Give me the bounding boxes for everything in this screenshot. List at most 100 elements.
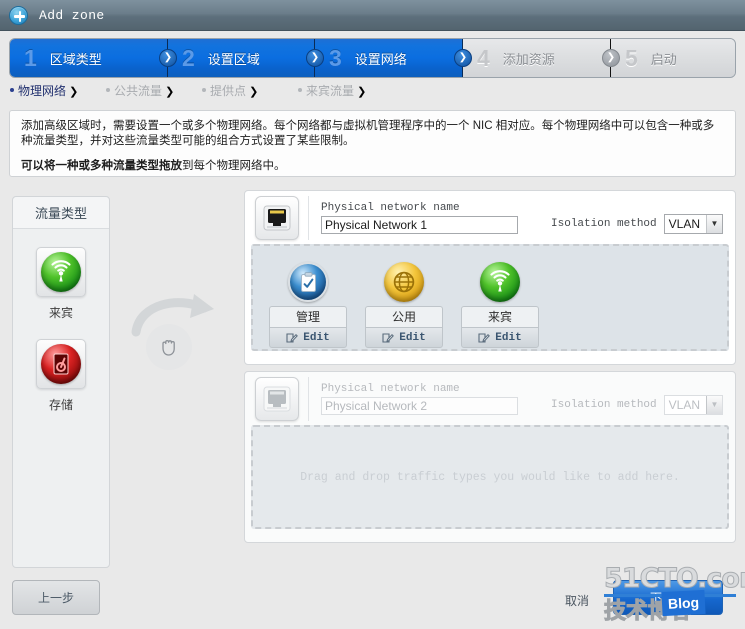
traffic-type-storage-label: 存储 <box>48 398 73 412</box>
network-name-label: Physical network name <box>321 201 460 214</box>
chevron-right-icon: ❯ <box>454 49 472 67</box>
hard-drive-icon <box>41 344 81 384</box>
clipboard-check-icon <box>288 262 328 302</box>
public-label: 公用 <box>365 306 443 327</box>
network-name-input[interactable] <box>321 396 518 415</box>
wizard-step-4-number: 4 <box>477 44 490 71</box>
traffic-type-guest-tile[interactable] <box>36 247 86 297</box>
chevron-right-icon: ❯ <box>159 49 177 67</box>
wizard-step-4-label: 添加资源 <box>502 51 555 67</box>
physical-network-2-fields: Physical network name Isolation method V… <box>321 383 725 415</box>
divider <box>308 376 309 421</box>
management-edit-button[interactable]: Edit <box>269 327 347 348</box>
chevron-right-icon: ❯ <box>602 49 620 67</box>
isolation-method-label: Isolation method <box>551 398 657 411</box>
isolation-method-label: Isolation method <box>551 217 657 230</box>
management-edit-label: Edit <box>303 331 330 344</box>
physical-network-2-dropzone[interactable]: Drag and drop traffic types you would li… <box>251 425 729 529</box>
physical-network-2-header: Physical network name Isolation method V… <box>245 372 735 425</box>
network-name-field: Physical network name <box>321 383 518 415</box>
public-edit-label: Edit <box>399 331 426 344</box>
substep-label: 来宾流量 <box>306 84 355 98</box>
wizard-step-5[interactable]: 5 启动 <box>611 39 735 77</box>
substep-label: 物理网络 <box>18 84 67 98</box>
wizard-step-bar: 1 区域类型 ❯ 2 设置区域 ❯ 3 设置网络 ❯ 4 添加资源 ❯ 5 启动 <box>9 38 736 78</box>
isolation-method-value: VLAN <box>668 397 700 412</box>
wizard-step-5-label: 启动 <box>650 51 677 67</box>
wizard-substep-bar: 物理网络 ❯ 公共流量 ❯ 提供点 ❯ 来宾流量 ❯ <box>10 82 735 110</box>
physical-network-1-dropzone[interactable]: 管理 Edit 公用 Edit 来宾 Edit <box>251 244 729 351</box>
network-traffic-public[interactable]: 公用 Edit <box>365 258 443 348</box>
substep-label: 提供点 <box>210 84 247 98</box>
wizard-step-3-label: 设置网络 <box>354 51 407 67</box>
next-button[interactable]: 下一步 <box>613 580 723 615</box>
divider <box>308 195 309 240</box>
chevron-down-icon[interactable]: ▼ <box>706 214 722 233</box>
substep-physical-network[interactable]: 物理网络 ❯ <box>10 82 106 110</box>
physical-network-1-fields: Physical network name Isolation method V… <box>321 202 725 234</box>
chevron-down-icon[interactable]: ▼ <box>706 395 722 414</box>
window-title: Add zone <box>39 7 105 23</box>
chevron-right-icon: ❯ <box>354 86 367 98</box>
isolation-method-value: VLAN <box>668 216 700 231</box>
public-icon-wrap <box>365 258 443 306</box>
description-box: 添加高级区域时，需要设置一个或多个物理网络。每个网络都与虚拟机管理程序中的一个 … <box>9 110 736 177</box>
wifi-broadcast-icon <box>41 252 81 292</box>
traffic-type-guest-label: 来宾 <box>48 306 73 320</box>
network-traffic-guest[interactable]: 来宾 Edit <box>461 258 539 348</box>
bullet-icon <box>10 87 14 92</box>
network-name-input[interactable] <box>321 215 518 234</box>
globe-icon <box>384 262 424 302</box>
isolation-method-group: Isolation method VLAN ▼ <box>551 394 725 415</box>
isolation-method-select[interactable]: VLAN ▼ <box>663 213 723 234</box>
drag-hint <box>130 292 230 372</box>
chevron-right-icon: ❯ <box>246 86 259 98</box>
wizard-step-2-label: 设置区域 <box>207 51 260 67</box>
description-paragraph-2-bold: 可以将一种或多种流量类型拖放 <box>21 160 182 172</box>
description-paragraph-2: 可以将一种或多种流量类型拖放到每个物理网络中。 <box>21 159 724 174</box>
bullet-icon <box>298 87 302 92</box>
isolation-method-group: Isolation method VLAN ▼ <box>551 213 725 234</box>
isolation-method-select[interactable]: VLAN ▼ <box>663 394 723 415</box>
pencil-edit-icon <box>478 332 491 343</box>
network-traffic-management[interactable]: 管理 Edit <box>269 258 347 348</box>
network-name-label: Physical network name <box>321 382 460 395</box>
physical-network-2-panel: Physical network name Isolation method V… <box>244 371 736 543</box>
pencil-edit-icon <box>382 332 395 343</box>
wizard-step-3[interactable]: 3 设置网络 ❯ <box>315 39 472 77</box>
traffic-type-storage[interactable]: 存储 <box>13 339 109 413</box>
description-paragraph-1: 添加高级区域时，需要设置一个或多个物理网络。每个网络都与虚拟机管理程序中的一个 … <box>21 120 715 147</box>
dropzone-hint-text: Drag and drop traffic types you would li… <box>300 470 680 484</box>
substep-guest-traffic[interactable]: 来宾流量 ❯ <box>298 82 394 110</box>
wizard-step-4[interactable]: 4 添加资源 ❯ <box>463 39 620 77</box>
wizard-step-3-number: 3 <box>329 44 342 71</box>
traffic-types-title: 流量类型 <box>13 197 109 229</box>
description-paragraph-2-rest: 到每个物理网络中。 <box>182 160 286 172</box>
guest-edit-button[interactable]: Edit <box>461 327 539 348</box>
wizard-step-1-number: 1 <box>24 44 37 71</box>
wizard-step-2[interactable]: 2 设置区域 ❯ <box>168 39 324 77</box>
wizard-step-1[interactable]: 1 区域类型 ❯ <box>10 39 177 77</box>
guest-icon-wrap <box>461 258 539 306</box>
wizard-step-1-label: 区域类型 <box>49 51 102 67</box>
guest-label: 来宾 <box>461 306 539 327</box>
ethernet-port-icon <box>255 195 299 240</box>
window-title-bar: Add zone <box>0 0 745 31</box>
traffic-types-panel: 流量类型 来宾 存储 <box>12 196 110 568</box>
previous-button[interactable]: 上一步 <box>12 580 100 615</box>
bullet-icon <box>106 87 110 92</box>
traffic-type-guest[interactable]: 来宾 <box>13 247 109 321</box>
substep-label: 公共流量 <box>114 84 163 98</box>
management-label: 管理 <box>269 306 347 327</box>
traffic-type-storage-tile[interactable] <box>36 339 86 389</box>
network-name-field: Physical network name <box>321 202 518 234</box>
guest-edit-label: Edit <box>495 331 522 344</box>
wizard-step-5-number: 5 <box>625 44 638 71</box>
substep-pod[interactable]: 提供点 ❯ <box>202 82 298 110</box>
public-edit-button[interactable]: Edit <box>365 327 443 348</box>
cancel-link[interactable]: 取消 <box>565 592 589 609</box>
management-icon-wrap <box>269 258 347 306</box>
substep-public-traffic[interactable]: 公共流量 ❯ <box>106 82 202 110</box>
plus-circle-icon <box>9 5 28 25</box>
ethernet-port-icon <box>255 376 299 421</box>
